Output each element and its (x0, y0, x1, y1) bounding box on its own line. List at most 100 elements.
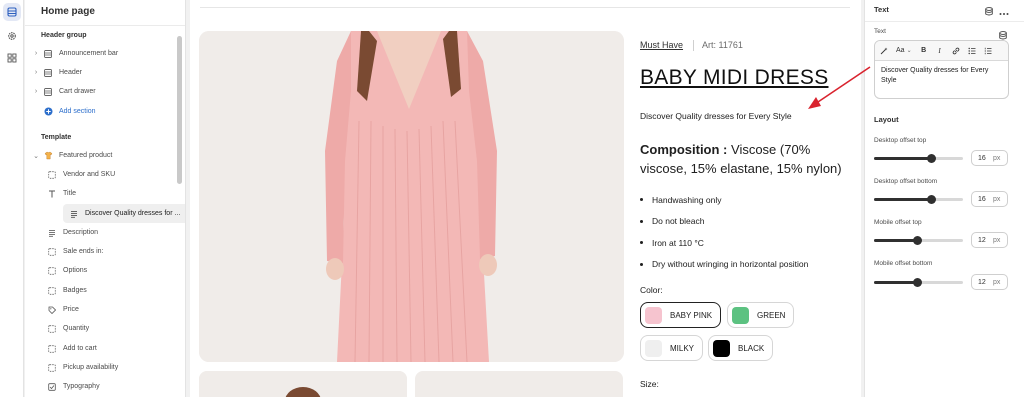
desktop-offset-bottom-slider[interactable] (874, 195, 963, 204)
mobile-offset-bottom-slider[interactable] (874, 278, 963, 287)
sidebar-item-label: Header (59, 69, 82, 76)
product-subtitle-text[interactable]: Discover Quality dresses for Every Style (640, 111, 792, 121)
block-title[interactable]: Title (45, 184, 177, 203)
color-swatch-milky[interactable]: MILKY (640, 335, 704, 361)
list-item: Do not bleach (640, 211, 808, 233)
block-add-to-cart[interactable]: Add to cart (45, 339, 177, 358)
sidebar-scrollbar[interactable] (177, 36, 182, 184)
product-thumbnail[interactable] (199, 371, 407, 397)
slider-handle[interactable] (927, 154, 936, 163)
color-swatch-baby-pink[interactable]: BABY PINK (640, 302, 722, 328)
number-value: 12 (978, 278, 986, 286)
bold-button[interactable]: B (920, 47, 928, 54)
shirt-icon (41, 151, 55, 160)
slider-label: Desktop offset bottom (874, 178, 938, 185)
block-icon (45, 324, 59, 333)
unit-label: px (993, 154, 1001, 162)
sidebar-item-announcement-bar[interactable]: › Announcement bar (25, 44, 177, 63)
icon-rail (0, 0, 24, 397)
composition-text: Composition : Viscose (70% viscose, 15% … (640, 140, 858, 178)
magic-icon[interactable] (880, 47, 888, 55)
block-discover-text-selected[interactable]: Discover Quality dresses for ... (63, 204, 185, 223)
block-icon (45, 266, 59, 275)
block-label: Quantity (63, 325, 90, 332)
desktop-offset-top-input[interactable]: 16 px (971, 150, 1008, 166)
text-icon (67, 210, 81, 218)
chevron-right-icon[interactable]: › (31, 50, 41, 57)
slider-handle[interactable] (913, 236, 922, 245)
slider-label: Mobile offset bottom (874, 260, 933, 267)
color-chip (645, 306, 662, 324)
template-heading: Template (41, 134, 72, 141)
plus-circle-icon (41, 107, 55, 116)
apps-icon[interactable] (3, 49, 21, 67)
mobile-offset-bottom-input[interactable]: 12 px (971, 274, 1008, 290)
desktop-offset-top-slider[interactable] (874, 154, 963, 163)
block-pickup-availability[interactable]: Pickup availability (45, 358, 177, 377)
link-icon[interactable] (952, 47, 960, 55)
slider-handle[interactable] (927, 195, 936, 204)
block-icon (45, 170, 59, 179)
color-swatch-black[interactable]: BLACK (708, 335, 774, 361)
block-icon (45, 286, 59, 295)
bullet-list-icon[interactable] (968, 47, 976, 55)
font-size-label: Aa (896, 47, 905, 54)
chevron-right-icon[interactable]: › (31, 88, 41, 95)
sidebar-item-header[interactable]: › Header (25, 63, 177, 82)
sections-icon[interactable] (3, 3, 21, 21)
gear-icon[interactable] (3, 27, 21, 45)
sidebar-item-cart-drawer[interactable]: › Cart drawer (25, 82, 177, 101)
vendor-link[interactable]: Must Have (640, 40, 683, 50)
list-item: Handwashing only (640, 189, 808, 211)
block-label: Add to cart (63, 345, 97, 352)
database-icon[interactable] (985, 3, 993, 21)
font-size-dropdown[interactable]: Aa ⌄ (896, 47, 912, 54)
block-sale-ends[interactable]: Sale ends in: (45, 242, 177, 261)
product-main-image[interactable] (199, 31, 624, 362)
block-vendor-sku[interactable]: Vendor and SKU (45, 165, 177, 184)
block-label: Discover Quality dresses for ... (85, 210, 181, 217)
mobile-offset-top-slider[interactable] (874, 236, 963, 245)
editor-content[interactable]: Discover Quality dresses for Every Style (875, 61, 1008, 91)
block-description[interactable]: Description (45, 223, 177, 242)
product-thumbnail[interactable] (415, 371, 623, 397)
block-label: Sale ends in: (63, 248, 104, 255)
unit-label: px (993, 278, 1001, 286)
chevron-down-icon[interactable]: ⌄ (31, 152, 41, 160)
block-label: Description (63, 229, 99, 236)
color-swatch-green[interactable]: GREEN (727, 302, 795, 328)
unit-label: px (993, 236, 1001, 244)
rich-text-editor[interactable]: Aa ⌄ B I Discover Quality dresses for Eve… (874, 40, 1009, 99)
more-icon[interactable] (999, 3, 1009, 21)
block-options[interactable]: Options (45, 261, 177, 280)
composition-label: Composition : (640, 142, 728, 157)
list-item: Dry without wringing in horizontal posit… (640, 254, 808, 276)
color-name: BLACK (738, 343, 765, 353)
mobile-offset-top-input[interactable]: 12 px (971, 232, 1008, 248)
block-quantity[interactable]: Quantity (45, 319, 177, 338)
color-label: Color: (640, 285, 663, 295)
color-chip (645, 339, 662, 357)
list-item: Iron at 110 °C (640, 232, 808, 254)
block-label: Badges (63, 287, 87, 294)
slider-label: Mobile offset top (874, 219, 922, 226)
sidebar-item-featured-product[interactable]: ⌄ Featured product (25, 146, 177, 165)
color-chip (732, 306, 749, 324)
numbered-list-icon[interactable] (984, 47, 992, 55)
slider-handle[interactable] (913, 278, 922, 287)
chevron-down-icon: ⌄ (906, 48, 912, 54)
layout-heading: Layout (874, 115, 899, 124)
divider (693, 40, 694, 51)
unit-label: px (993, 195, 1001, 203)
price-tag-icon (45, 306, 59, 314)
block-typography[interactable]: Typography (45, 377, 177, 396)
italic-button[interactable]: I (936, 47, 944, 55)
desktop-offset-bottom-input[interactable]: 16 px (971, 191, 1008, 207)
block-badges[interactable]: Badges (45, 281, 177, 300)
block-price[interactable]: Price (45, 300, 177, 319)
add-section-button[interactable]: Add section (25, 102, 177, 121)
editor-toolbar: Aa ⌄ B I (875, 41, 1008, 61)
block-icon (45, 344, 59, 353)
add-section-label: Add section (59, 108, 96, 115)
chevron-right-icon[interactable]: › (31, 69, 41, 76)
